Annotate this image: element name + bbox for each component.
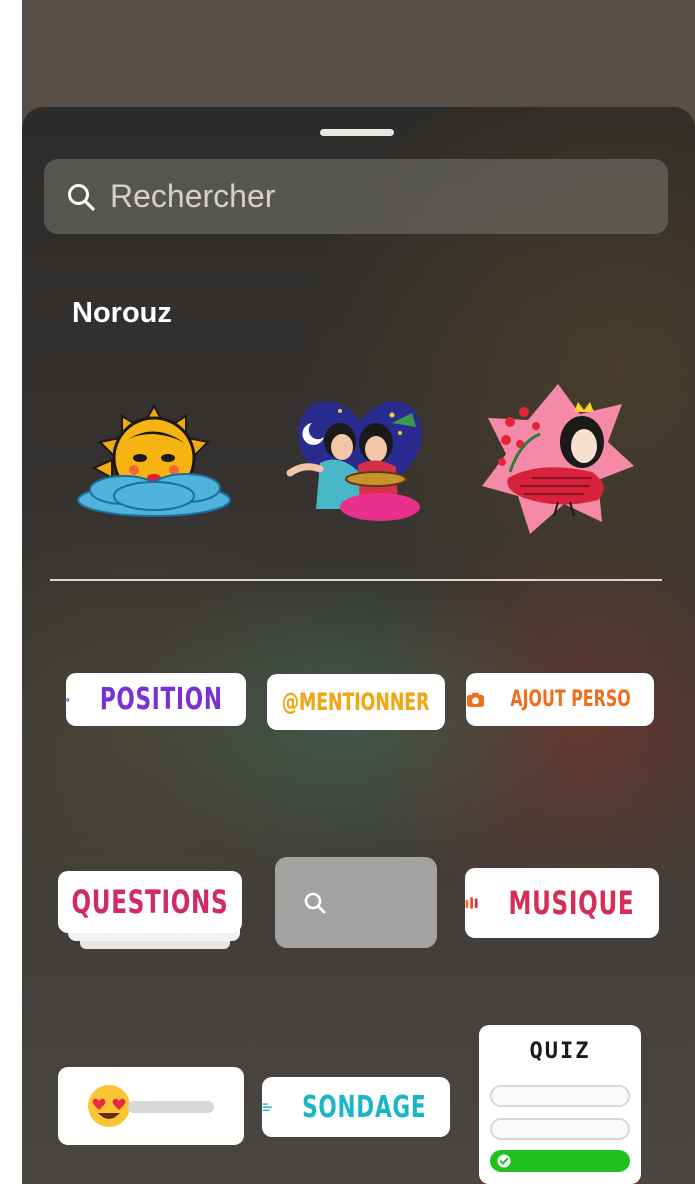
mention-sticker-button[interactable]: @MENTIONNER [267, 674, 445, 730]
sticker-tray-sheet: Norouz [22, 107, 695, 1184]
ajout-perso-label: AJOUT PERSO [510, 687, 631, 712]
musique-label: MUSIQUE [508, 884, 635, 922]
section-title: Norouz [72, 297, 172, 329]
questions-sticker-button[interactable]: QUESTIONS [58, 871, 242, 953]
questions-label: QUESTIONS [71, 883, 229, 921]
position-label: POSITION [99, 682, 223, 717]
quiz-option-correct [490, 1150, 630, 1172]
ajout-perso-sticker-button[interactable]: AJOUT PERSO [466, 673, 654, 726]
music-bars-icon [465, 897, 478, 909]
camera-icon [466, 692, 485, 707]
search-icon [68, 183, 95, 211]
gif-search-sticker-button[interactable] [275, 857, 437, 948]
emoji-slider-sticker-button[interactable] [58, 1067, 244, 1145]
quiz-sticker-button[interactable]: QUIZ [479, 1025, 641, 1184]
quiz-label: QUIZ [529, 1039, 591, 1064]
sticker-sun-in-clouds[interactable] [74, 402, 234, 522]
section-divider [50, 579, 662, 581]
slider-track [128, 1101, 214, 1113]
poll-lines-icon [262, 1103, 272, 1111]
quiz-option [490, 1118, 630, 1140]
sondage-sticker-button[interactable]: SONDAGE [262, 1077, 450, 1137]
search-icon [304, 892, 326, 913]
sondage-label: SONDAGE [301, 1089, 426, 1125]
questions-sticker-face: QUESTIONS [58, 871, 242, 933]
sticker-musician-couple[interactable] [280, 393, 440, 523]
drag-handle[interactable] [320, 129, 394, 136]
sticker-woman-with-bird[interactable] [480, 382, 636, 538]
mention-label: @MENTIONNER [282, 688, 430, 716]
musique-sticker-button[interactable]: MUSIQUE [465, 868, 659, 938]
check-icon [497, 1154, 511, 1168]
quiz-option [490, 1085, 630, 1107]
search-bar[interactable] [44, 159, 668, 234]
search-input[interactable] [108, 177, 592, 216]
position-sticker-button[interactable]: POSITION [66, 673, 246, 726]
heart-eyes-emoji-icon [88, 1085, 130, 1127]
location-pin-icon [66, 697, 70, 702]
